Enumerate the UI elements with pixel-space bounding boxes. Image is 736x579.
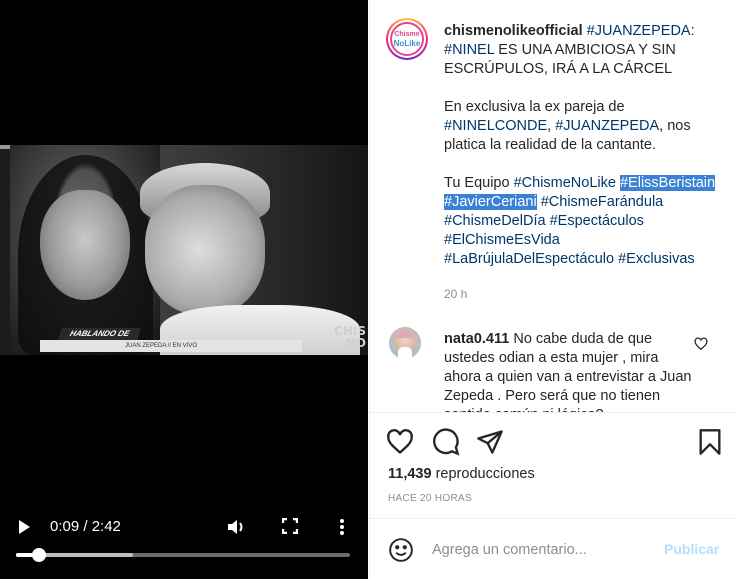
author-avatar-logo: Chisme NoLike xyxy=(390,22,424,56)
commenter-avatar[interactable] xyxy=(389,327,421,359)
video-time: 0:09 / 2:42 xyxy=(50,518,121,535)
volume-icon[interactable] xyxy=(226,518,246,536)
hashtag-link[interactable]: #NINEL xyxy=(444,42,494,58)
avatar-hat xyxy=(397,331,413,338)
more-icon[interactable] xyxy=(337,517,347,537)
post-actions: 11,439 reproducciones HACE 20 HORAS xyxy=(370,414,736,518)
caption-timestamp[interactable]: 20 h xyxy=(444,287,467,301)
hashtag-link[interactable]: #ChismeFarándula xyxy=(541,194,664,210)
emoji-smiley-icon[interactable] xyxy=(388,537,414,563)
logo-line2: NoLike xyxy=(393,38,421,48)
progress-thumb[interactable] xyxy=(32,548,47,562)
caption-text: Tu Equipo xyxy=(444,175,514,191)
hashtag-link[interactable]: #ChismeDelDía xyxy=(444,213,546,229)
caption-paragraph-3: Tu Equipo #ChismeNoLike #ElissBeristain … xyxy=(444,174,716,269)
hashtag-link[interactable]: #ChismeNoLike xyxy=(514,175,616,191)
video-frame[interactable]: CHIS NO JUAN ZEPEDA // EN VIVO HABLANDO … xyxy=(0,145,368,355)
logo-line1: Chisme xyxy=(394,30,420,38)
comment-like-heart-icon[interactable] xyxy=(694,337,708,351)
commenter-username[interactable]: nata0.411 xyxy=(444,331,509,347)
view-count-label: reproducciones xyxy=(435,466,535,482)
add-comment-bar: Publicar xyxy=(370,518,736,579)
lower-third-tag: HABLANDO DE xyxy=(58,328,142,340)
video-controls: 0:09 / 2:42 xyxy=(0,510,368,579)
comment-text-block: nata0.411 No cabe duda de que ustedes od… xyxy=(444,330,694,412)
author-avatar[interactable]: Chisme NoLike xyxy=(386,18,428,60)
avatar-body xyxy=(398,347,412,359)
comments-scroll-area[interactable]: Chisme NoLike chismenolikeofficial #JUAN… xyxy=(370,0,736,413)
play-icon[interactable] xyxy=(16,518,32,536)
publish-button[interactable]: Publicar xyxy=(664,541,719,557)
hashtag-link[interactable]: #LaBrújulaDelEspectáculo xyxy=(444,251,614,267)
lower-third-caption: JUAN ZEPEDA // EN VIVO xyxy=(40,340,302,352)
hashtag-link[interactable]: #Exclusivas xyxy=(618,251,695,267)
comment-bubble-icon[interactable] xyxy=(432,428,460,456)
caption-text: : xyxy=(690,23,695,39)
post-details: Chisme NoLike chismenolikeofficial #JUAN… xyxy=(369,0,736,579)
hashtag-link[interactable]: #JUANZEPEDA xyxy=(587,23,691,39)
post-timestamp[interactable]: HACE 20 HORAS xyxy=(388,493,472,504)
view-count[interactable]: 11,439 reproducciones xyxy=(388,466,535,482)
author-avatar-ring: Chisme NoLike xyxy=(388,20,426,58)
video-progress-bar[interactable] xyxy=(16,548,350,562)
video-brand-watermark: CHIS NO xyxy=(334,324,366,350)
comment-input[interactable] xyxy=(432,537,652,563)
hashtag-link[interactable]: #NINELCONDE xyxy=(444,118,547,134)
post-caption: chismenolikeofficial #JUANZEPEDA: #NINEL… xyxy=(444,22,716,288)
caption-paragraph-1: chismenolikeofficial #JUANZEPEDA: #NINEL… xyxy=(444,22,716,79)
hashtag-link[interactable]: #ElChismeEsVida xyxy=(444,232,560,248)
video-player[interactable]: CHIS NO JUAN ZEPEDA // EN VIVO HABLANDO … xyxy=(0,0,368,579)
man-face xyxy=(145,185,265,315)
view-count-number: 11,439 xyxy=(388,466,432,482)
author-username[interactable]: chismenolikeofficial xyxy=(444,23,583,39)
hashtag-link[interactable]: #Espectáculos xyxy=(550,213,644,229)
woman-face xyxy=(40,190,130,300)
video-lower-third: JUAN ZEPEDA // EN VIVO HABLANDO DE xyxy=(40,328,302,352)
share-send-icon[interactable] xyxy=(476,428,504,456)
fullscreen-icon[interactable] xyxy=(281,517,299,535)
caption-text: , xyxy=(547,118,556,134)
hashtag-link[interactable]: #JUANZEPEDA xyxy=(555,118,659,134)
like-heart-icon[interactable] xyxy=(386,428,414,456)
bookmark-icon[interactable] xyxy=(696,428,724,456)
caption-paragraph-2: En exclusiva la ex pareja de #NINELCONDE… xyxy=(444,98,716,155)
caption-text: En exclusiva la ex pareja de xyxy=(444,99,625,115)
